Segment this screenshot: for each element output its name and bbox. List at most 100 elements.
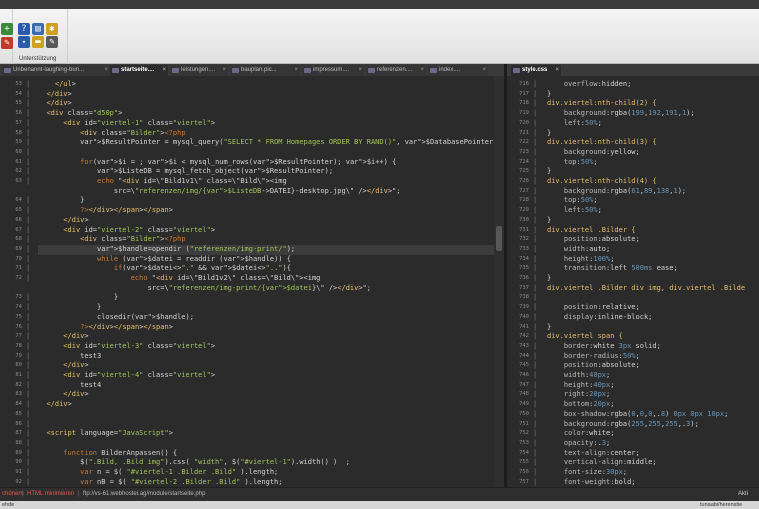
code-line[interactable]: var">$handle=opendir ("referenzen/img-pr… <box>38 244 494 255</box>
tab-4[interactable]: impressum.... × <box>302 65 364 76</box>
code-line[interactable]: background:rgba(199,192,191,1); <box>547 109 695 119</box>
code-line[interactable]: left:50%; <box>547 206 602 216</box>
code-line[interactable]: </div> <box>38 400 71 410</box>
fold-marker[interactable]: │ <box>532 80 538 90</box>
fold-marker[interactable]: │ <box>25 109 31 119</box>
fold-marker[interactable]: │ <box>25 313 31 323</box>
fold-marker[interactable]: │ <box>532 148 538 158</box>
fold-marker[interactable]: │ <box>25 274 31 284</box>
fold-marker[interactable]: │ <box>532 381 538 391</box>
code-line[interactable]: width:auto; <box>547 245 610 255</box>
tab-0[interactable]: Unbenannt-laughing-bun... × <box>2 65 110 76</box>
code-line[interactable]: div.viertel .Bilder { <box>547 226 636 236</box>
fold-marker[interactable]: │ <box>25 99 31 109</box>
code-line[interactable]: if(var">$datei<>"." && var">$datei<>".."… <box>38 264 291 274</box>
fold-marker[interactable]: │ <box>25 245 31 255</box>
dropdown-icon[interactable]: ▾ <box>18 36 30 48</box>
code-line[interactable]: background:rgba(61,89,138,1); <box>547 187 686 197</box>
fold-marker[interactable]: │ <box>532 177 538 187</box>
fold-marker[interactable]: │ <box>532 235 538 245</box>
fold-marker[interactable]: │ <box>532 167 538 177</box>
code-line[interactable]: src=\"referenzen/img/{var">$ListeDB->DAT… <box>38 187 401 197</box>
fold-marker[interactable]: │ <box>532 313 538 323</box>
pen-icon[interactable]: ✎ <box>46 36 58 48</box>
code-line[interactable]: closedir(var">$handle); <box>38 313 194 323</box>
fold-marker[interactable]: │ <box>532 361 538 371</box>
fold-marker[interactable]: │ <box>25 478 31 487</box>
code-line[interactable]: <div id="viertel-2" class="viertel"> <box>38 226 215 236</box>
fold-marker[interactable]: │ <box>532 119 538 129</box>
code-line[interactable]: box-shadow:rgba(0,0,0,.8) 0px 0px 10px; <box>547 410 728 420</box>
fold-marker[interactable]: │ <box>532 245 538 255</box>
fold-marker[interactable]: │ <box>25 390 31 400</box>
code-line[interactable]: position:absolute; <box>547 361 640 371</box>
right-code-area[interactable]: overflow:hidden;} div.viertel:nth-child(2… <box>547 76 759 487</box>
code-line[interactable]: div.viertel .Bilder div img, div.viertel… <box>547 284 745 294</box>
code-line[interactable]: height:100%; <box>547 255 615 265</box>
fold-marker[interactable]: │ <box>532 255 538 265</box>
fold-marker[interactable]: │ <box>25 206 31 216</box>
close-icon[interactable]: × <box>420 65 424 76</box>
code-line[interactable]: position:relative; <box>547 303 640 313</box>
code-line[interactable]: <div id="viertel-3" class="viertel"> <box>38 342 215 352</box>
code-line[interactable]: overflow:hidden; <box>547 80 631 90</box>
code-line[interactable]: echo "<div id=\"Bild1v1\" class=\"Bild\"… <box>38 177 287 187</box>
fold-marker[interactable]: │ <box>25 119 31 129</box>
code-line[interactable]: display:inline-block; <box>547 313 653 323</box>
tab-6[interactable]: index.... × <box>428 65 488 76</box>
fold-marker[interactable]: │ <box>532 158 538 168</box>
fold-marker[interactable]: │ <box>532 90 538 100</box>
fold-marker[interactable]: │ <box>532 439 538 449</box>
fold-marker[interactable]: │ <box>532 293 538 303</box>
fold-marker[interactable]: │ <box>532 264 538 274</box>
fold-marker[interactable]: │ <box>532 352 538 362</box>
code-line[interactable]: width:40px; <box>547 371 610 381</box>
left-code-editor[interactable]: 53 │ 54 │ 55 │ 56 │ 57 │ 58 │ 59 │ 60 │ 61 │ 62 │ 63 │ 64 │ 65 │ 6… <box>0 76 494 487</box>
fold-marker[interactable]: │ <box>25 177 31 187</box>
code-line[interactable]: <div id="viertel-4" class="viertel"> <box>38 371 215 381</box>
code-line[interactable]: } <box>547 216 551 226</box>
fold-marker[interactable]: │ <box>532 458 538 468</box>
code-line[interactable]: opacity:.3; <box>547 439 610 449</box>
fold-marker[interactable]: │ <box>532 187 538 197</box>
fold-marker[interactable]: │ <box>532 468 538 478</box>
code-line[interactable]: while (var">$datei = readdir (var">$hand… <box>38 255 291 265</box>
fold-marker[interactable]: │ <box>532 274 538 284</box>
tab-1[interactable]: startseite.... × <box>110 65 168 76</box>
left-scroll-thumb[interactable] <box>496 226 502 251</box>
code-line[interactable]: var">$ListeDB = mysql_fetch_object(var">… <box>38 167 333 177</box>
left-scrollbar[interactable] <box>494 76 504 487</box>
code-line[interactable]: </div> <box>38 361 88 371</box>
code-line[interactable]: </div> <box>38 90 71 100</box>
code-line[interactable]: </div> <box>38 332 88 342</box>
fold-marker[interactable]: │ <box>25 293 31 303</box>
fold-marker[interactable]: │ <box>532 216 538 226</box>
fold-marker[interactable]: │ <box>25 264 31 274</box>
code-line[interactable]: test3 <box>38 352 101 362</box>
fold-marker[interactable]: │ <box>532 371 538 381</box>
help-icon[interactable]: ? <box>18 23 30 35</box>
fold-marker[interactable]: │ <box>25 361 31 371</box>
fold-marker[interactable]: │ <box>25 235 31 245</box>
code-line[interactable]: } <box>547 129 551 139</box>
fold-marker[interactable]: │ <box>532 323 538 333</box>
close-icon[interactable]: × <box>555 65 559 76</box>
fold-marker[interactable]: │ <box>532 420 538 430</box>
fold-marker[interactable]: │ <box>532 303 538 313</box>
fold-marker[interactable]: │ <box>25 371 31 381</box>
code-line[interactable]: ?></div></span></span> <box>38 206 173 216</box>
code-line[interactable]: <div id="viertel-1" class="viertel"> <box>38 119 215 129</box>
fold-marker[interactable]: │ <box>25 410 31 420</box>
fold-marker[interactable]: │ <box>532 400 538 410</box>
close-icon[interactable]: × <box>358 65 362 76</box>
fold-marker[interactable]: │ <box>25 400 31 410</box>
code-line[interactable]: position:absolute; <box>547 235 640 245</box>
code-line[interactable]: </div> <box>38 216 88 226</box>
left-code-area[interactable]: </ul> </div> </div> <div class="d50p"> <… <box>38 76 494 487</box>
fold-marker[interactable]: │ <box>532 478 538 487</box>
code-line[interactable]: var n = $( "#viertel-1 .Bilder .Bild" ).… <box>38 468 278 478</box>
close-icon[interactable]: × <box>104 65 108 76</box>
code-line[interactable]: height:40px; <box>547 381 615 391</box>
code-line[interactable]: top:50%; <box>547 158 598 168</box>
code-line[interactable]: vertical-align:middle; <box>547 458 657 468</box>
